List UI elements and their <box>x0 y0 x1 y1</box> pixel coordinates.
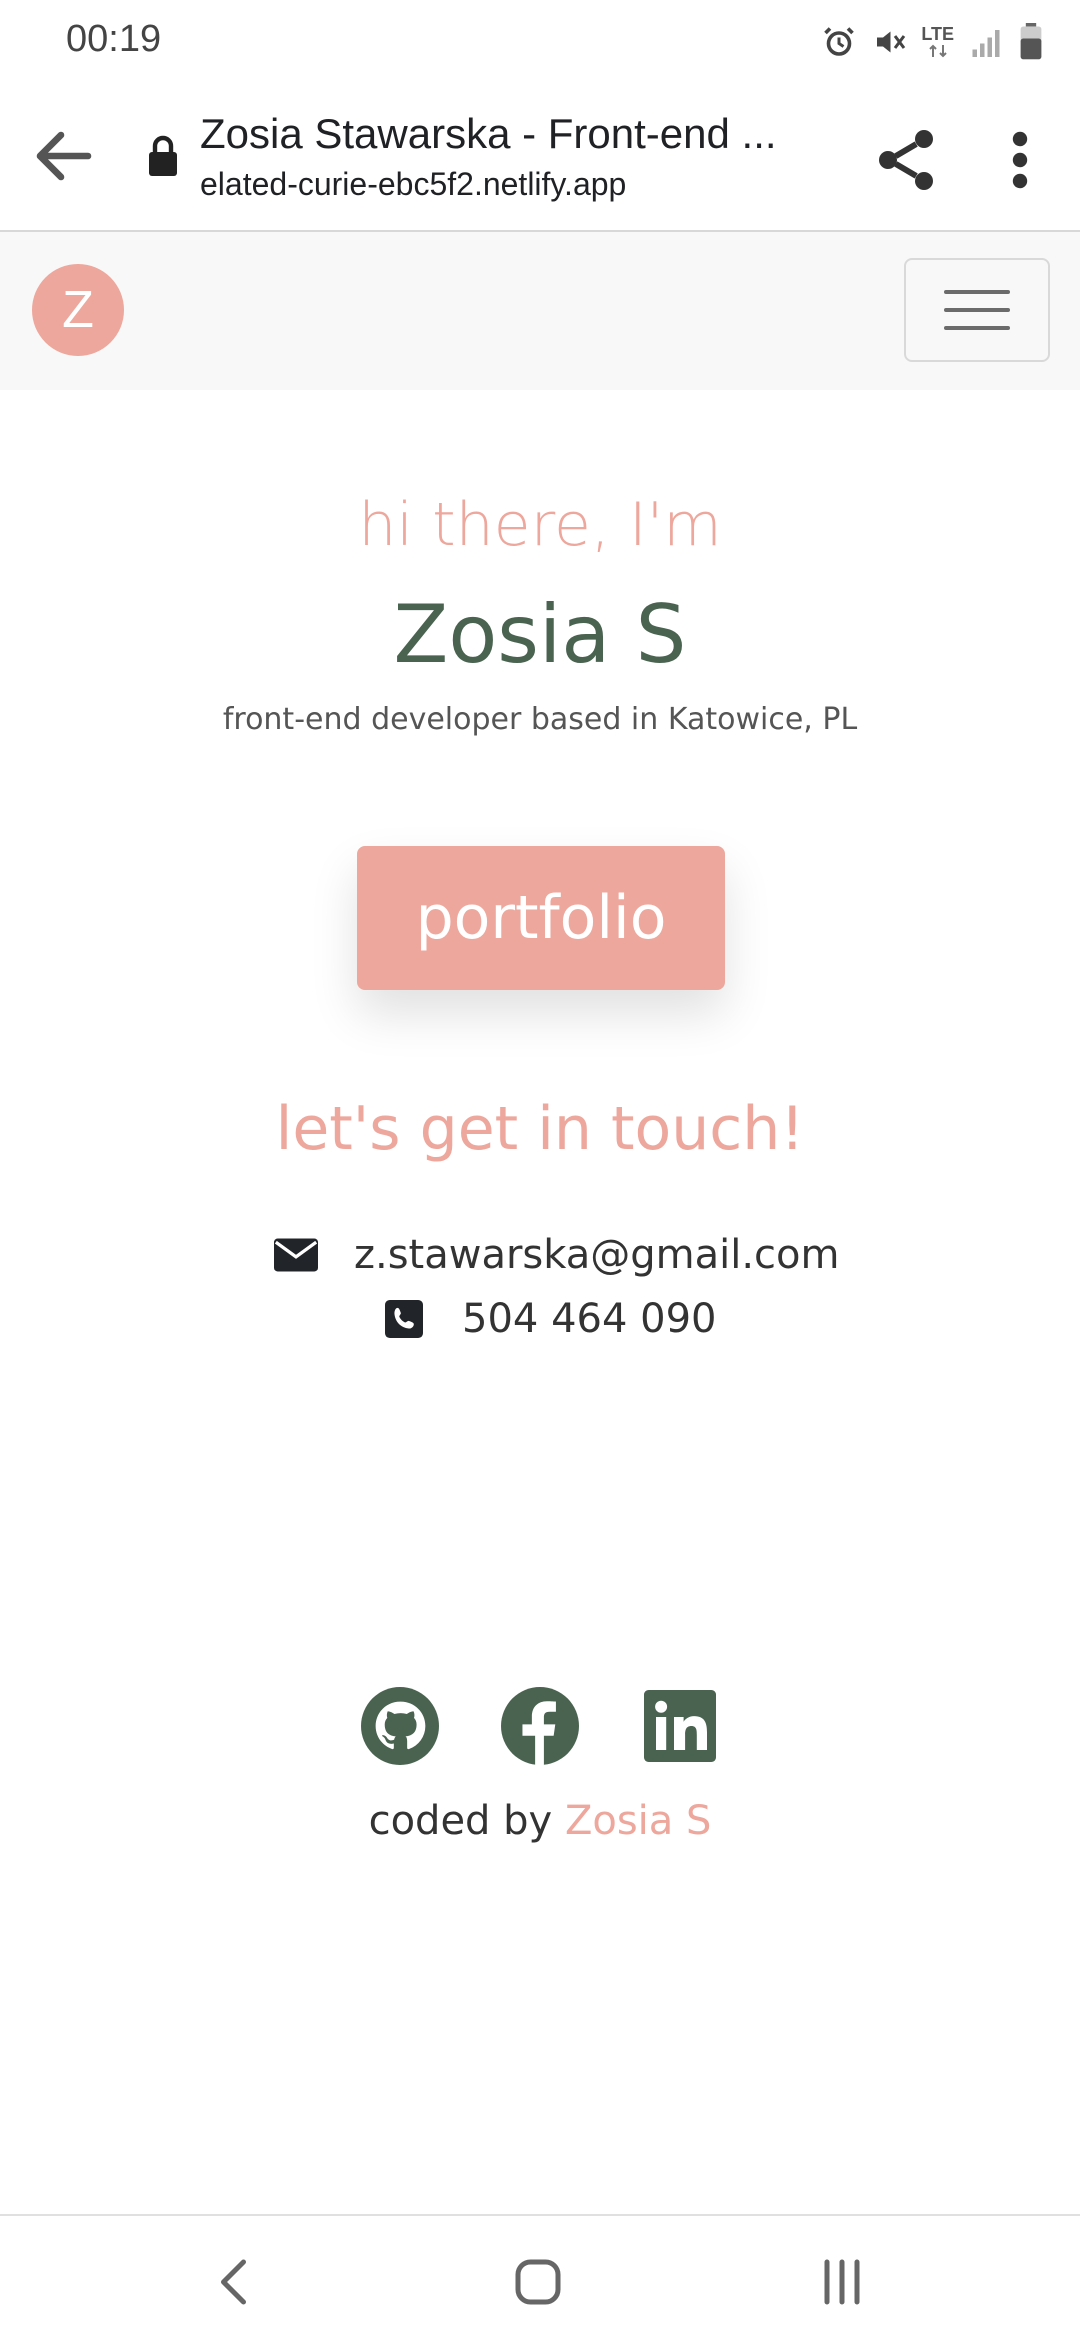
hamburger-line <box>944 290 1010 294</box>
back-arrow-icon[interactable] <box>28 120 100 192</box>
hero-name: Zosia S <box>393 588 687 681</box>
hero-subtitle: front-end developer based in Katowice, P… <box>222 702 858 737</box>
system-nav-bar <box>0 2214 1080 2340</box>
battery-icon <box>1020 23 1042 60</box>
github-icon[interactable] <box>360 1686 440 1766</box>
site-navbar: Z <box>0 232 1080 390</box>
mute-icon <box>877 31 906 53</box>
contact-heading: let's get in touch! <box>275 1094 805 1164</box>
contact-phone-row[interactable]: 504 464 090 <box>382 1296 716 1342</box>
screen: 00:19 LTE Zosia Stawarska - Front-end ..… <box>0 0 1080 2340</box>
lte-icon: LTE <box>921 25 954 59</box>
share-icon[interactable] <box>870 124 942 196</box>
alarm-icon <box>824 27 855 56</box>
status-icons: LTE <box>821 18 1044 66</box>
facebook-icon[interactable] <box>500 1686 580 1766</box>
nav-home-icon[interactable] <box>508 2252 568 2312</box>
nav-back-icon[interactable] <box>206 2252 266 2312</box>
contact-email-row[interactable]: z.stawarska@gmail.com <box>274 1232 839 1278</box>
contact-phone[interactable]: 504 464 090 <box>462 1296 716 1342</box>
brand-logo[interactable]: Z <box>32 264 124 356</box>
portfolio-button[interactable]: portfolio <box>357 846 725 990</box>
envelope-icon <box>274 1233 318 1277</box>
hamburger-line <box>944 326 1010 330</box>
social-links <box>360 1686 720 1766</box>
status-bar: 00:19 LTE <box>0 0 1080 84</box>
hamburger-line <box>944 308 1010 312</box>
coded-by-prefix: coded by <box>368 1798 553 1844</box>
signal-icon <box>972 30 1000 57</box>
coded-by: coded by Zosia S <box>0 1798 1080 1844</box>
status-time: 00:19 <box>66 18 162 60</box>
nav-recents-icon[interactable] <box>812 2252 872 2312</box>
linkedin-icon[interactable] <box>640 1686 720 1766</box>
contact-email[interactable]: z.stawarska@gmail.com <box>354 1232 839 1278</box>
phone-icon <box>382 1297 426 1341</box>
lock-icon <box>149 135 177 176</box>
page-title[interactable]: Zosia Stawarska - Front-end ... <box>200 110 820 158</box>
coded-by-author[interactable]: Zosia S <box>565 1798 711 1844</box>
url-text[interactable]: elated-curie-ebc5f2.netlify.app <box>200 166 820 203</box>
more-vert-icon[interactable] <box>990 124 1050 196</box>
browser-toolbar: Zosia Stawarska - Front-end ... elated-c… <box>0 84 1080 232</box>
lte-label: LTE <box>921 24 954 44</box>
hamburger-icon[interactable] <box>904 258 1050 362</box>
hero-greeting: hi there, I'm <box>358 490 722 560</box>
